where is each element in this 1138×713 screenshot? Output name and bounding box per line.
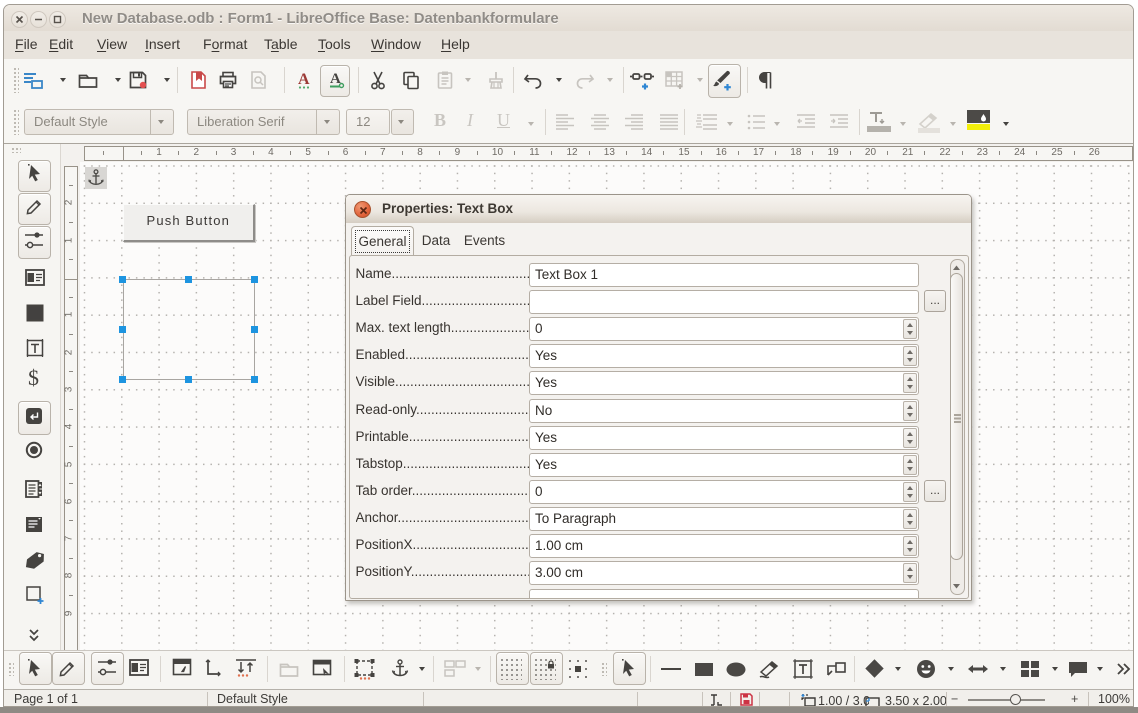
svg-text:A: A	[298, 71, 310, 88]
